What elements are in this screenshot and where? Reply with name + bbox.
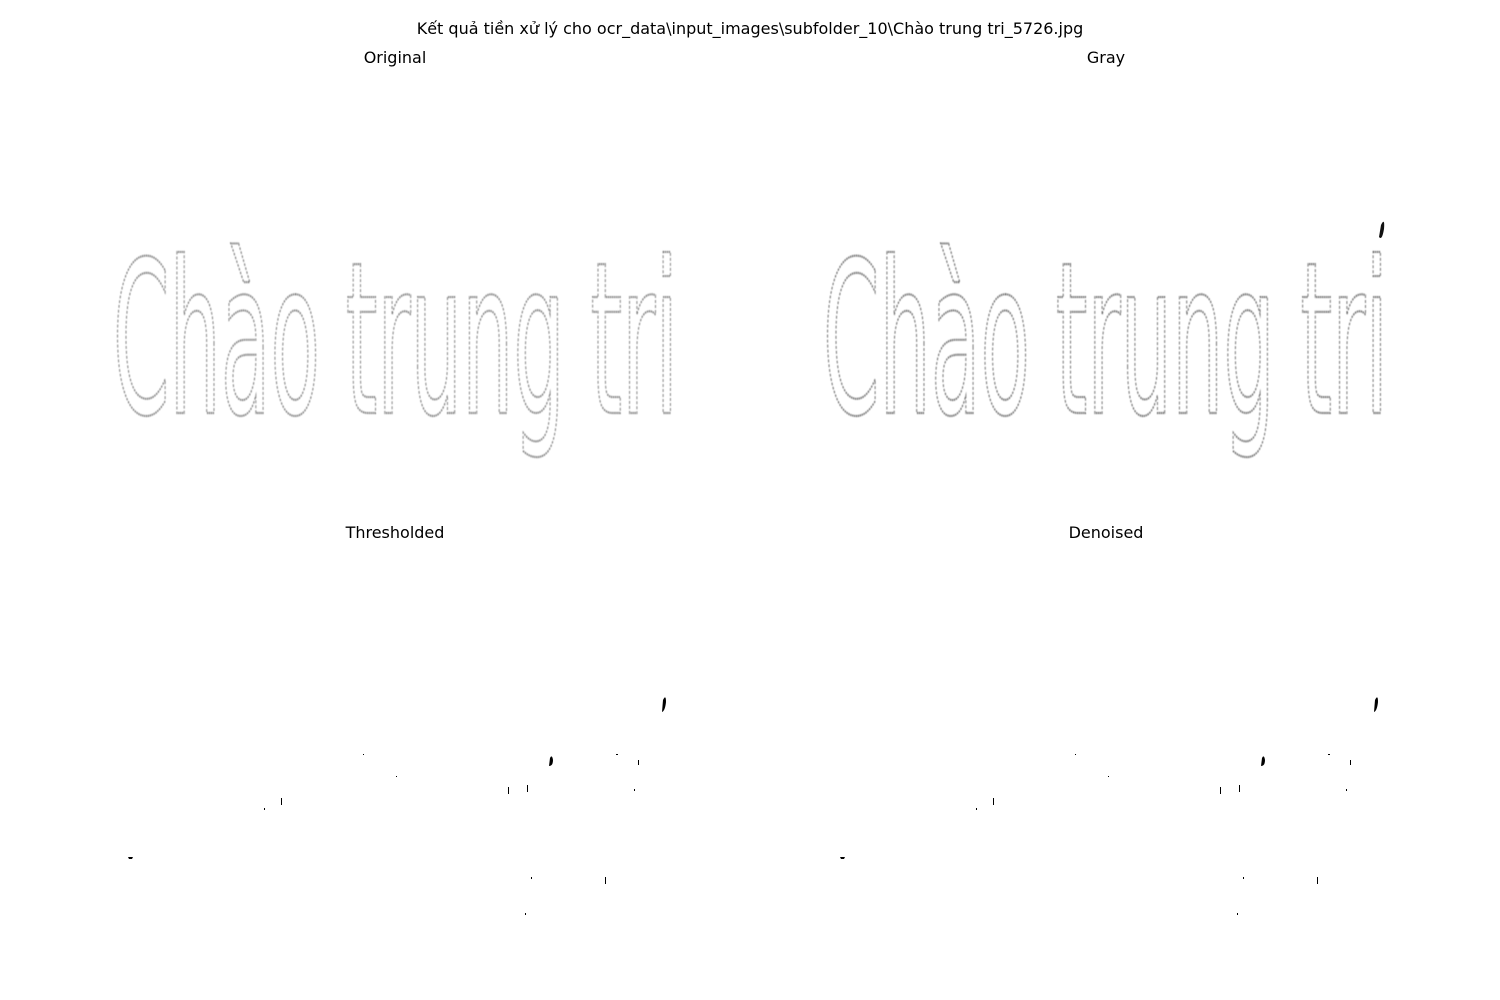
speck	[993, 798, 994, 805]
speck	[634, 789, 635, 791]
speck	[1350, 760, 1351, 765]
speck	[363, 754, 364, 755]
speck	[1261, 756, 1265, 766]
speck	[616, 754, 618, 755]
speck	[1374, 697, 1378, 712]
speck	[1108, 776, 1109, 777]
speck	[1075, 754, 1076, 755]
speck	[281, 798, 282, 805]
speck	[1237, 913, 1238, 915]
speck	[976, 808, 977, 810]
gray-handwritten-text: Chào trung tri	[823, 216, 1388, 463]
speck	[1328, 754, 1330, 755]
speck	[1243, 877, 1244, 879]
speck	[527, 785, 528, 792]
speck	[638, 760, 639, 765]
original-image: Chào trung tri	[105, 175, 690, 515]
speck	[840, 857, 845, 859]
panel-title-gray: Gray	[1086, 48, 1126, 67]
speck	[525, 913, 526, 915]
speck	[531, 877, 532, 879]
speck	[1220, 787, 1221, 794]
speck	[1239, 785, 1240, 792]
speck	[605, 877, 606, 884]
figure-title: Kết quả tiền xử lý cho ocr_data\input_im…	[416, 19, 1084, 38]
speck	[396, 776, 397, 777]
panel-title-denoised: Denoised	[1068, 523, 1144, 542]
panel-title-original: Original	[363, 48, 427, 67]
speck	[128, 857, 133, 859]
panel-title-thresholded: Thresholded	[345, 523, 445, 542]
speck	[1317, 877, 1318, 884]
original-handwritten-text: Chào trung tri	[113, 216, 678, 463]
speck	[1346, 789, 1347, 791]
denoised-image	[815, 650, 1400, 950]
speck	[549, 756, 553, 766]
speck	[508, 787, 509, 794]
gray-image: Chào trung tri	[815, 175, 1400, 515]
thresholded-image	[105, 650, 690, 950]
speck	[662, 697, 666, 712]
speck	[264, 808, 265, 810]
